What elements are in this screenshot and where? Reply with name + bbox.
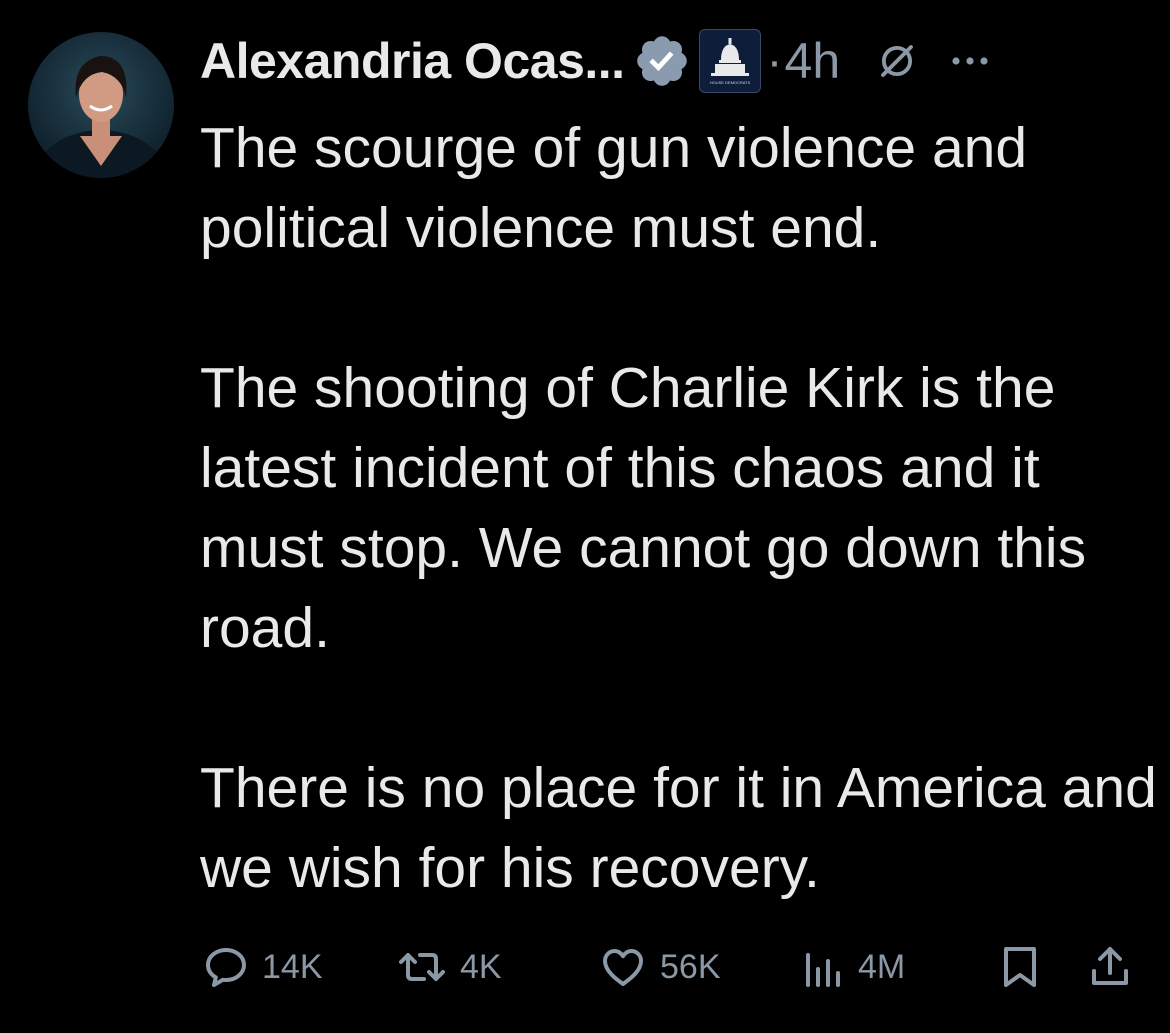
- views-button[interactable]: 4M: [802, 942, 905, 992]
- views-count: 4M: [858, 947, 906, 986]
- tweet-paragraph: The scourge of gun violence and politica…: [200, 116, 1028, 260]
- avatar[interactable]: [28, 32, 174, 178]
- repost-button[interactable]: 4K: [396, 942, 502, 992]
- more-icon[interactable]: [946, 37, 994, 85]
- tweet-paragraph: There is no place for it in America and …: [200, 756, 1157, 900]
- bookmark-icon: [1004, 947, 1036, 987]
- author-name[interactable]: Alexandria Ocas...: [200, 32, 625, 90]
- house-democrats-logo: HOUSE DEMOCRATS: [709, 38, 750, 85]
- tweet[interactable]: Alexandria Ocas... HOUSE DEMOCRATS · 4h: [0, 0, 1170, 1033]
- reply-count: 14K: [262, 947, 323, 986]
- repost-count: 4K: [460, 947, 502, 986]
- tweet-paragraph: The shooting of Charlie Kirk is the late…: [200, 356, 1087, 660]
- views-icon: [806, 953, 840, 987]
- share-icon: [1092, 947, 1128, 985]
- separator-dot: ·: [766, 34, 783, 88]
- reply-button[interactable]: 14K: [202, 942, 323, 992]
- repost-icon: [399, 953, 445, 981]
- reply-icon: [206, 948, 246, 987]
- tweet-text: The scourge of gun violence and politica…: [200, 108, 1160, 908]
- affiliation-badge[interactable]: HOUSE DEMOCRATS: [698, 29, 761, 93]
- bookmark-button[interactable]: [998, 942, 1042, 992]
- verified-badge-icon[interactable]: [633, 32, 691, 90]
- action-bar: 14K 4K 56K 4M: [198, 942, 1138, 992]
- edited-icon: [881, 45, 914, 77]
- like-count: 56K: [660, 947, 721, 986]
- heart-icon: [603, 949, 643, 986]
- like-button[interactable]: 56K: [598, 942, 721, 992]
- share-button[interactable]: [1088, 942, 1132, 992]
- tweet-header: Alexandria Ocas... HOUSE DEMOCRATS · 4h: [200, 26, 994, 96]
- affiliation-text: HOUSE DEMOCRATS: [709, 80, 750, 85]
- timestamp[interactable]: 4h: [785, 32, 841, 90]
